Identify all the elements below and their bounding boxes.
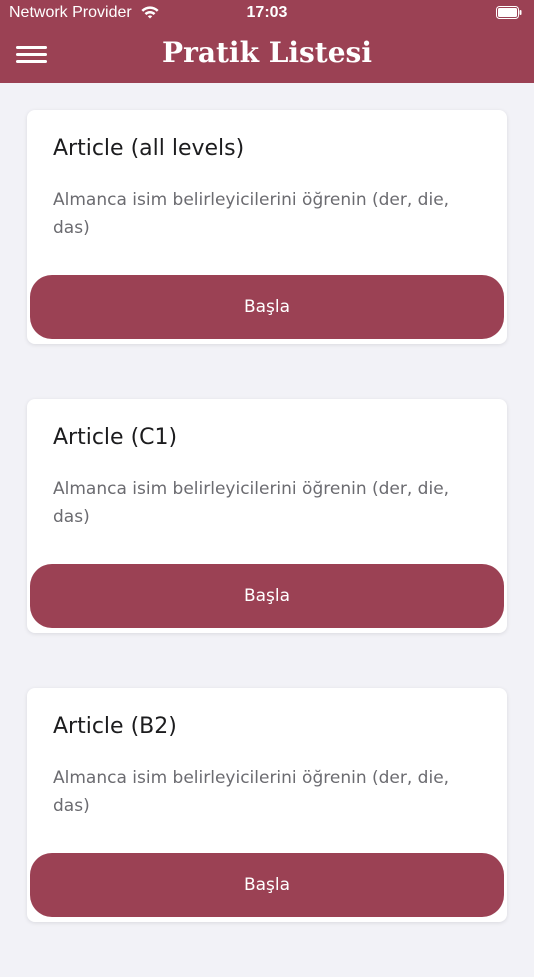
app-header: Network Provider 17:03 Pratik Listesi [0,0,534,83]
card-description: Almanca isim belirleyicilerini öğrenin (… [53,479,450,527]
card-title: Article (all levels) [53,136,245,161]
start-button[interactable]: Başla [30,564,504,628]
status-bar: Network Provider 17:03 [0,0,534,28]
practice-card: Article (all levels) Almanca isim belirl… [27,110,507,344]
battery-icon [496,6,522,19]
card-description: Almanca isim belirleyicilerini öğrenin (… [53,768,450,816]
card-description: Almanca isim belirleyicilerini öğrenin (… [53,190,450,238]
status-time: 17:03 [246,4,288,21]
card-title: Article (C1) [53,425,178,450]
navigation-bar: Pratik Listesi [0,28,534,83]
practice-card: Article (C1) Almanca isim belirleyiciler… [27,399,507,633]
start-button[interactable]: Başla [30,275,504,339]
practice-card: Article (B2) Almanca isim belirleyiciler… [27,688,507,922]
practice-list: Article (all levels) Almanca isim belirl… [27,110,507,977]
start-button[interactable]: Başla [30,853,504,917]
card-title: Article (B2) [53,714,177,739]
page-title: Pratik Listesi [162,36,372,69]
